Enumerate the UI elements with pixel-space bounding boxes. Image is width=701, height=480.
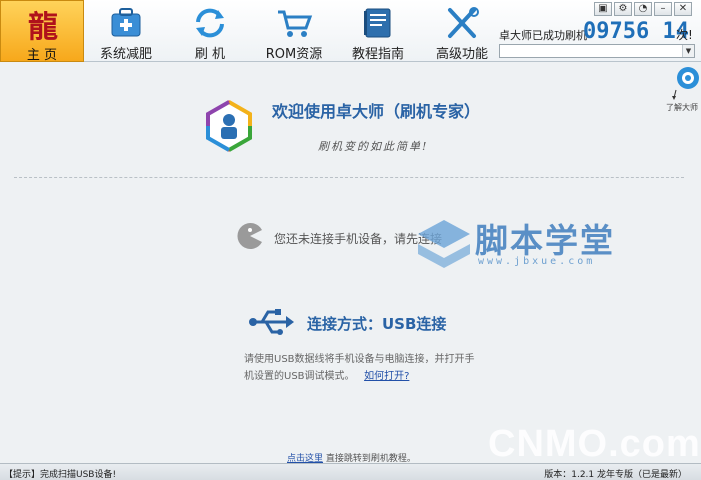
- nav-rom-resources[interactable]: ROM资源: [252, 0, 336, 62]
- device-disconnected-icon: [236, 222, 264, 250]
- nav-system-slim[interactable]: 系统减肥: [84, 0, 168, 62]
- skin-button[interactable]: ▣: [594, 2, 612, 16]
- usb-icon: [248, 307, 294, 337]
- nav-label: 刷 机: [194, 47, 226, 62]
- welcome-title: 欢迎使用卓大师（刷机专家）: [272, 102, 481, 121]
- version-info: 版本：1.2.1 龙年专版（已是最新）: [544, 470, 687, 480]
- top-toolbar: 龍 主 页 系统减肥 刷 机 ROM资源 教程指南 高级功能 ▣ ⚙ ◔ – ✕…: [0, 0, 701, 63]
- welcome-slogan: 刷机变的如此简单!: [318, 140, 429, 153]
- watermark-url: www.jbxue.com: [478, 256, 596, 267]
- chat-bubble-icon: ◔: [638, 3, 648, 14]
- status-bar: 【提示】完成扫描USB设备! 版本：1.2.1 龙年专版（已是最新）: [0, 463, 701, 480]
- cart-icon: [252, 6, 336, 40]
- nav-label: 教程指南: [351, 47, 404, 62]
- divider: [14, 177, 684, 178]
- refresh-icon: [168, 6, 252, 40]
- nav-label: ROM资源: [265, 47, 323, 62]
- skin-icon: ▣: [598, 3, 608, 14]
- nav-flash[interactable]: 刷 机: [168, 0, 252, 62]
- gear-icon: ⚙: [618, 3, 628, 14]
- dragon-logo-icon: 龍: [1, 7, 83, 45]
- nav-advanced[interactable]: 高级功能: [420, 0, 504, 62]
- how-to-enable-link[interactable]: 如何打开?: [364, 371, 409, 382]
- device-select[interactable]: ▼: [499, 44, 695, 58]
- settings-button[interactable]: ⚙: [614, 2, 632, 16]
- cnmo-watermark: CNMO.com: [488, 423, 701, 465]
- app-logo-icon: [203, 100, 255, 152]
- status-message: 【提示】完成扫描USB设备!: [4, 470, 117, 480]
- close-icon: ✕: [678, 3, 688, 14]
- flash-counter-unit: 次!: [676, 28, 693, 42]
- help-badge-icon: [672, 67, 699, 100]
- flash-counter-label: 卓大师已成功刷机: [499, 29, 587, 42]
- close-button[interactable]: ✕: [674, 2, 692, 16]
- usb-instructions: 请使用USB数据线将手机设备与电脑连接，并打开手机设置的USB调试模式。 如何打…: [244, 351, 484, 385]
- minimize-button[interactable]: –: [654, 2, 672, 16]
- connection-mode-label: 连接方式：USB连接: [307, 315, 447, 333]
- watermark-title: 脚本学堂: [475, 221, 615, 260]
- learn-master-label: 了解大师: [666, 103, 698, 112]
- book-icon: [336, 6, 420, 40]
- svg-text:龍: 龍: [28, 10, 58, 41]
- nav-label: 高级功能: [435, 47, 488, 62]
- tools-icon: [420, 6, 504, 40]
- nav-home[interactable]: 龍 主 页: [0, 0, 84, 63]
- usb-instructions-text: 请使用USB数据线将手机设备与电脑连接，并打开手机设置的USB调试模式。: [244, 354, 475, 382]
- chevron-down-icon[interactable]: ▼: [682, 45, 694, 57]
- nav-tutorials[interactable]: 教程指南: [336, 0, 420, 62]
- learn-master-button[interactable]: 了解大师: [664, 64, 700, 112]
- nav-label: 系统减肥: [99, 47, 152, 62]
- flash-counter-value: 09756 14: [583, 19, 689, 44]
- minimize-icon: –: [660, 3, 666, 14]
- feedback-button[interactable]: ◔: [634, 2, 652, 16]
- nav-label: 主 页: [26, 48, 58, 63]
- toolbox-icon: [84, 6, 168, 40]
